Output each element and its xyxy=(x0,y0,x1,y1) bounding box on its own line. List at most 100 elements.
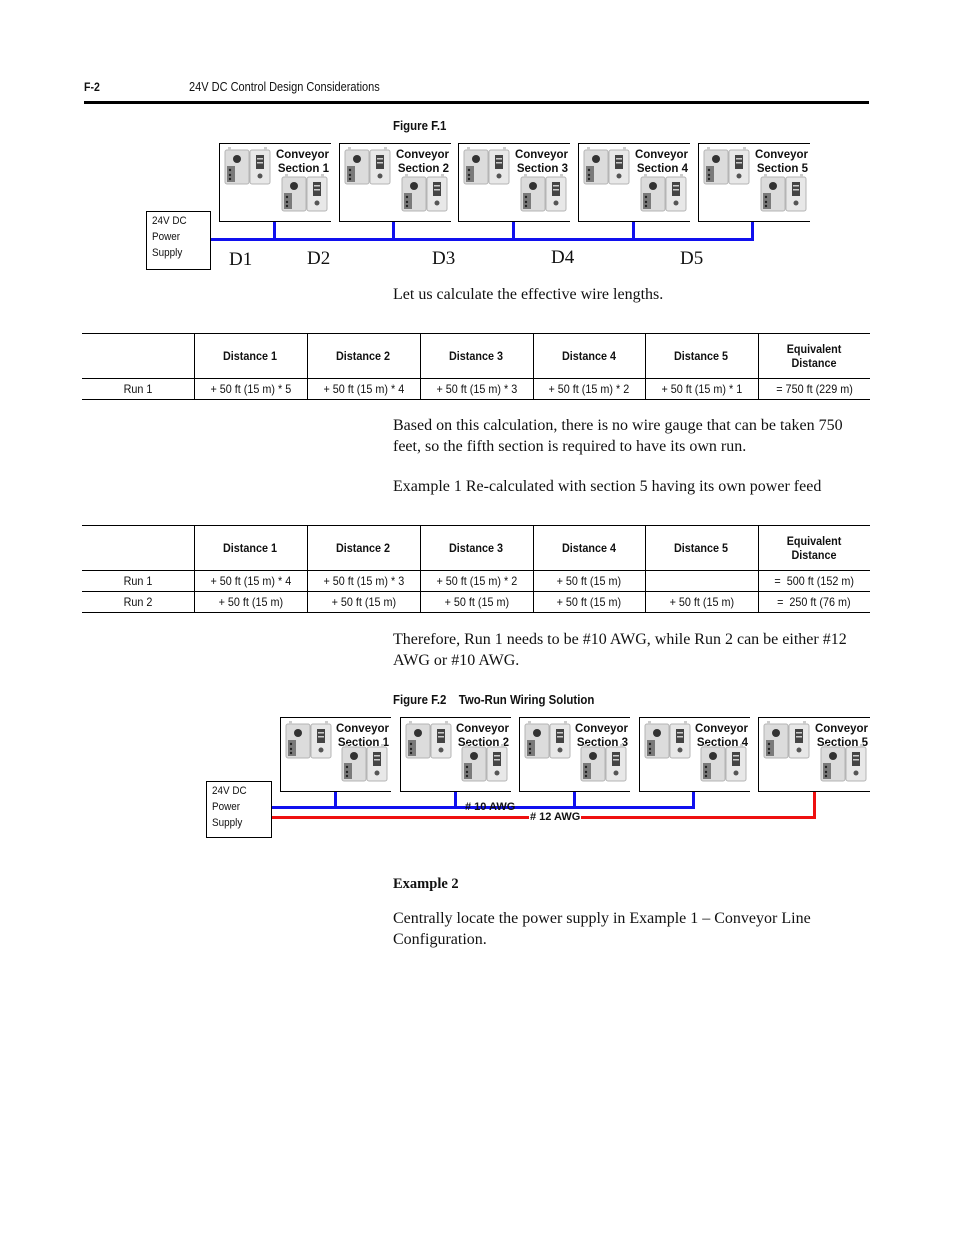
table-header-row: Distance 1 Distance 2 Distance 3 Distanc… xyxy=(82,333,870,379)
table-cell: = 750 ft (229 m) xyxy=(757,378,870,400)
section-title: 24V DC Control Design Considerations xyxy=(189,80,380,94)
conveyor-label: Conveyor Section 2 xyxy=(395,148,449,176)
motor-controller-icon xyxy=(344,147,394,192)
table-cell: + 50 ft (15 m) * 2 xyxy=(532,378,645,400)
power-supply-line-1: 24V DC xyxy=(212,785,247,797)
label-line: Conveyor xyxy=(455,723,509,735)
drop-wire-5 xyxy=(751,220,754,239)
conveyor-label: Conveyor Section 3 xyxy=(514,148,568,176)
table-cell: = 500 ft (152 m) xyxy=(757,570,870,592)
table-cell: + 50 ft (15 m) * 2 xyxy=(419,570,533,592)
motor-controller-icon xyxy=(820,744,870,789)
cell-text: + 50 ft (15 m) xyxy=(669,595,734,609)
label-line: Conveyor xyxy=(395,149,449,161)
cell-text: + 50 ft (15 m) xyxy=(556,574,622,588)
motor-controller-icon xyxy=(700,744,750,789)
table-cell: + 50 ft (15 m) xyxy=(419,591,533,613)
header-cell xyxy=(82,334,194,379)
table-cell: + 50 ft (15 m) xyxy=(532,591,645,613)
motor-controller-icon xyxy=(703,147,753,192)
drop-wire-3 xyxy=(512,220,515,239)
cell-text: + 50 ft (15 m) xyxy=(556,595,622,609)
header-text: Distance 5 xyxy=(674,349,729,363)
header-cell: Distance 3 xyxy=(419,333,533,379)
power-supply-line-3: Supply xyxy=(152,247,183,259)
motor-controller-icon xyxy=(583,147,633,192)
conveyor-section-4: Conveyor Section 4 xyxy=(578,143,690,222)
label-line: Conveyor xyxy=(754,149,808,161)
header-cell: Distance 2 xyxy=(306,333,420,379)
distance-label-d4: D4 xyxy=(551,247,575,268)
conveyor-section-5: Conveyor Section 5 xyxy=(698,143,810,222)
table-cell: + 50 ft (15 m) * 3 xyxy=(419,378,533,400)
table-header-row: Distance 1 Distance 2 Distance 3 Distanc… xyxy=(82,525,870,571)
cell-text: = 750 ft (229 m) xyxy=(775,382,853,396)
wire-label-12-awg: # 12 AWG xyxy=(529,811,582,823)
table-cell: = 250 ft (76 m) xyxy=(757,591,870,613)
power-supply-line-3: Supply xyxy=(212,817,243,829)
paragraph-2: Example 1 Re-calculated with section 5 h… xyxy=(393,478,822,495)
label-line: Conveyor xyxy=(574,723,628,735)
header-cell: Distance 4 xyxy=(532,525,645,571)
drop-wire-2 xyxy=(392,220,395,239)
conveyor-section-2: Conveyor Section 2 xyxy=(400,717,511,792)
distance-label-d3: D3 xyxy=(432,248,456,269)
conveyor-label: Conveyor Section 1 xyxy=(275,148,329,176)
distance-table-1: Distance 1 Distance 2 Distance 3 Distanc… xyxy=(82,333,870,400)
label-line: Conveyor xyxy=(335,723,389,735)
paragraph-3: Therefore, Run 1 needs to be #10 AWG, wh… xyxy=(393,631,847,669)
motor-controller-icon xyxy=(640,174,690,219)
header-text: Equivalent Distance xyxy=(786,534,842,562)
header-text: Distance 5 xyxy=(674,541,729,555)
header-text: Distance 1 xyxy=(223,349,278,363)
page-number: F-2 xyxy=(84,80,100,94)
table-cell: + 50 ft (15 m) xyxy=(532,570,645,592)
bus-wire xyxy=(209,238,754,241)
header-text: Distance 1 xyxy=(223,541,278,555)
distance-label-d2: D2 xyxy=(307,248,331,269)
conveyor-section-4: Conveyor Section 4 xyxy=(639,717,750,792)
table-cell: Run 1 xyxy=(82,571,194,592)
drop-wire-1 xyxy=(273,220,276,239)
cell-text: + 50 ft (15 m) * 4 xyxy=(210,574,291,588)
table-cell: + 50 ft (15 m) xyxy=(306,591,420,613)
table-cell: + 50 ft (15 m) xyxy=(644,591,758,613)
motor-controller-icon xyxy=(461,744,511,789)
conveyor-section-3: Conveyor Section 3 xyxy=(519,717,630,792)
conveyor-label: Conveyor Section 4 xyxy=(634,148,688,176)
motor-controller-icon xyxy=(341,744,391,789)
table-cell xyxy=(644,570,758,592)
table-row: Run 1 + 50 ft (15 m) * 4 + 50 ft (15 m) … xyxy=(82,570,870,592)
label-line: Conveyor xyxy=(634,149,688,161)
motor-controller-icon xyxy=(520,174,570,219)
cell-text: + 50 ft (15 m) * 3 xyxy=(323,574,404,588)
header-text: Distance 3 xyxy=(449,349,504,363)
cell-text: + 50 ft (15 m) * 1 xyxy=(661,382,742,396)
label-line: Conveyor xyxy=(514,149,568,161)
table-cell: + 50 ft (15 m) * 4 xyxy=(193,570,307,592)
label-line: Conveyor xyxy=(694,723,748,735)
header-cell: Distance 1 xyxy=(193,333,307,379)
cell-text: + 50 ft (15 m) xyxy=(218,595,283,609)
caption-number: Figure F.2 xyxy=(393,692,447,707)
header-cell: Equivalent Distance xyxy=(757,333,870,379)
motor-controller-icon xyxy=(285,721,335,766)
header-text: Distance 3 xyxy=(449,541,504,555)
distance-label-d5: D5 xyxy=(680,248,704,269)
table-cell: Run 2 xyxy=(82,592,194,613)
header-text: Equivalent Distance xyxy=(786,342,842,370)
header-cell: Distance 1 xyxy=(193,525,307,571)
cell-text: + 50 ft (15 m) xyxy=(444,595,509,609)
table-cell: + 50 ft (15 m) * 1 xyxy=(644,378,758,400)
header-cell: Distance 3 xyxy=(419,525,533,571)
header-text: Distance 2 xyxy=(336,541,391,555)
example-2-heading: Example 2 xyxy=(393,876,459,892)
caption-title: Two-Run Wiring Solution xyxy=(458,692,595,707)
table-cell: Run 1 xyxy=(82,379,194,400)
cell-text: Run 2 xyxy=(123,595,153,609)
cell-text: Run 1 xyxy=(123,382,153,396)
label-line: Conveyor xyxy=(275,149,329,161)
header-text: Distance 4 xyxy=(561,349,617,363)
distance-table-2: Distance 1 Distance 2 Distance 3 Distanc… xyxy=(82,525,870,613)
motor-controller-icon xyxy=(281,174,331,219)
